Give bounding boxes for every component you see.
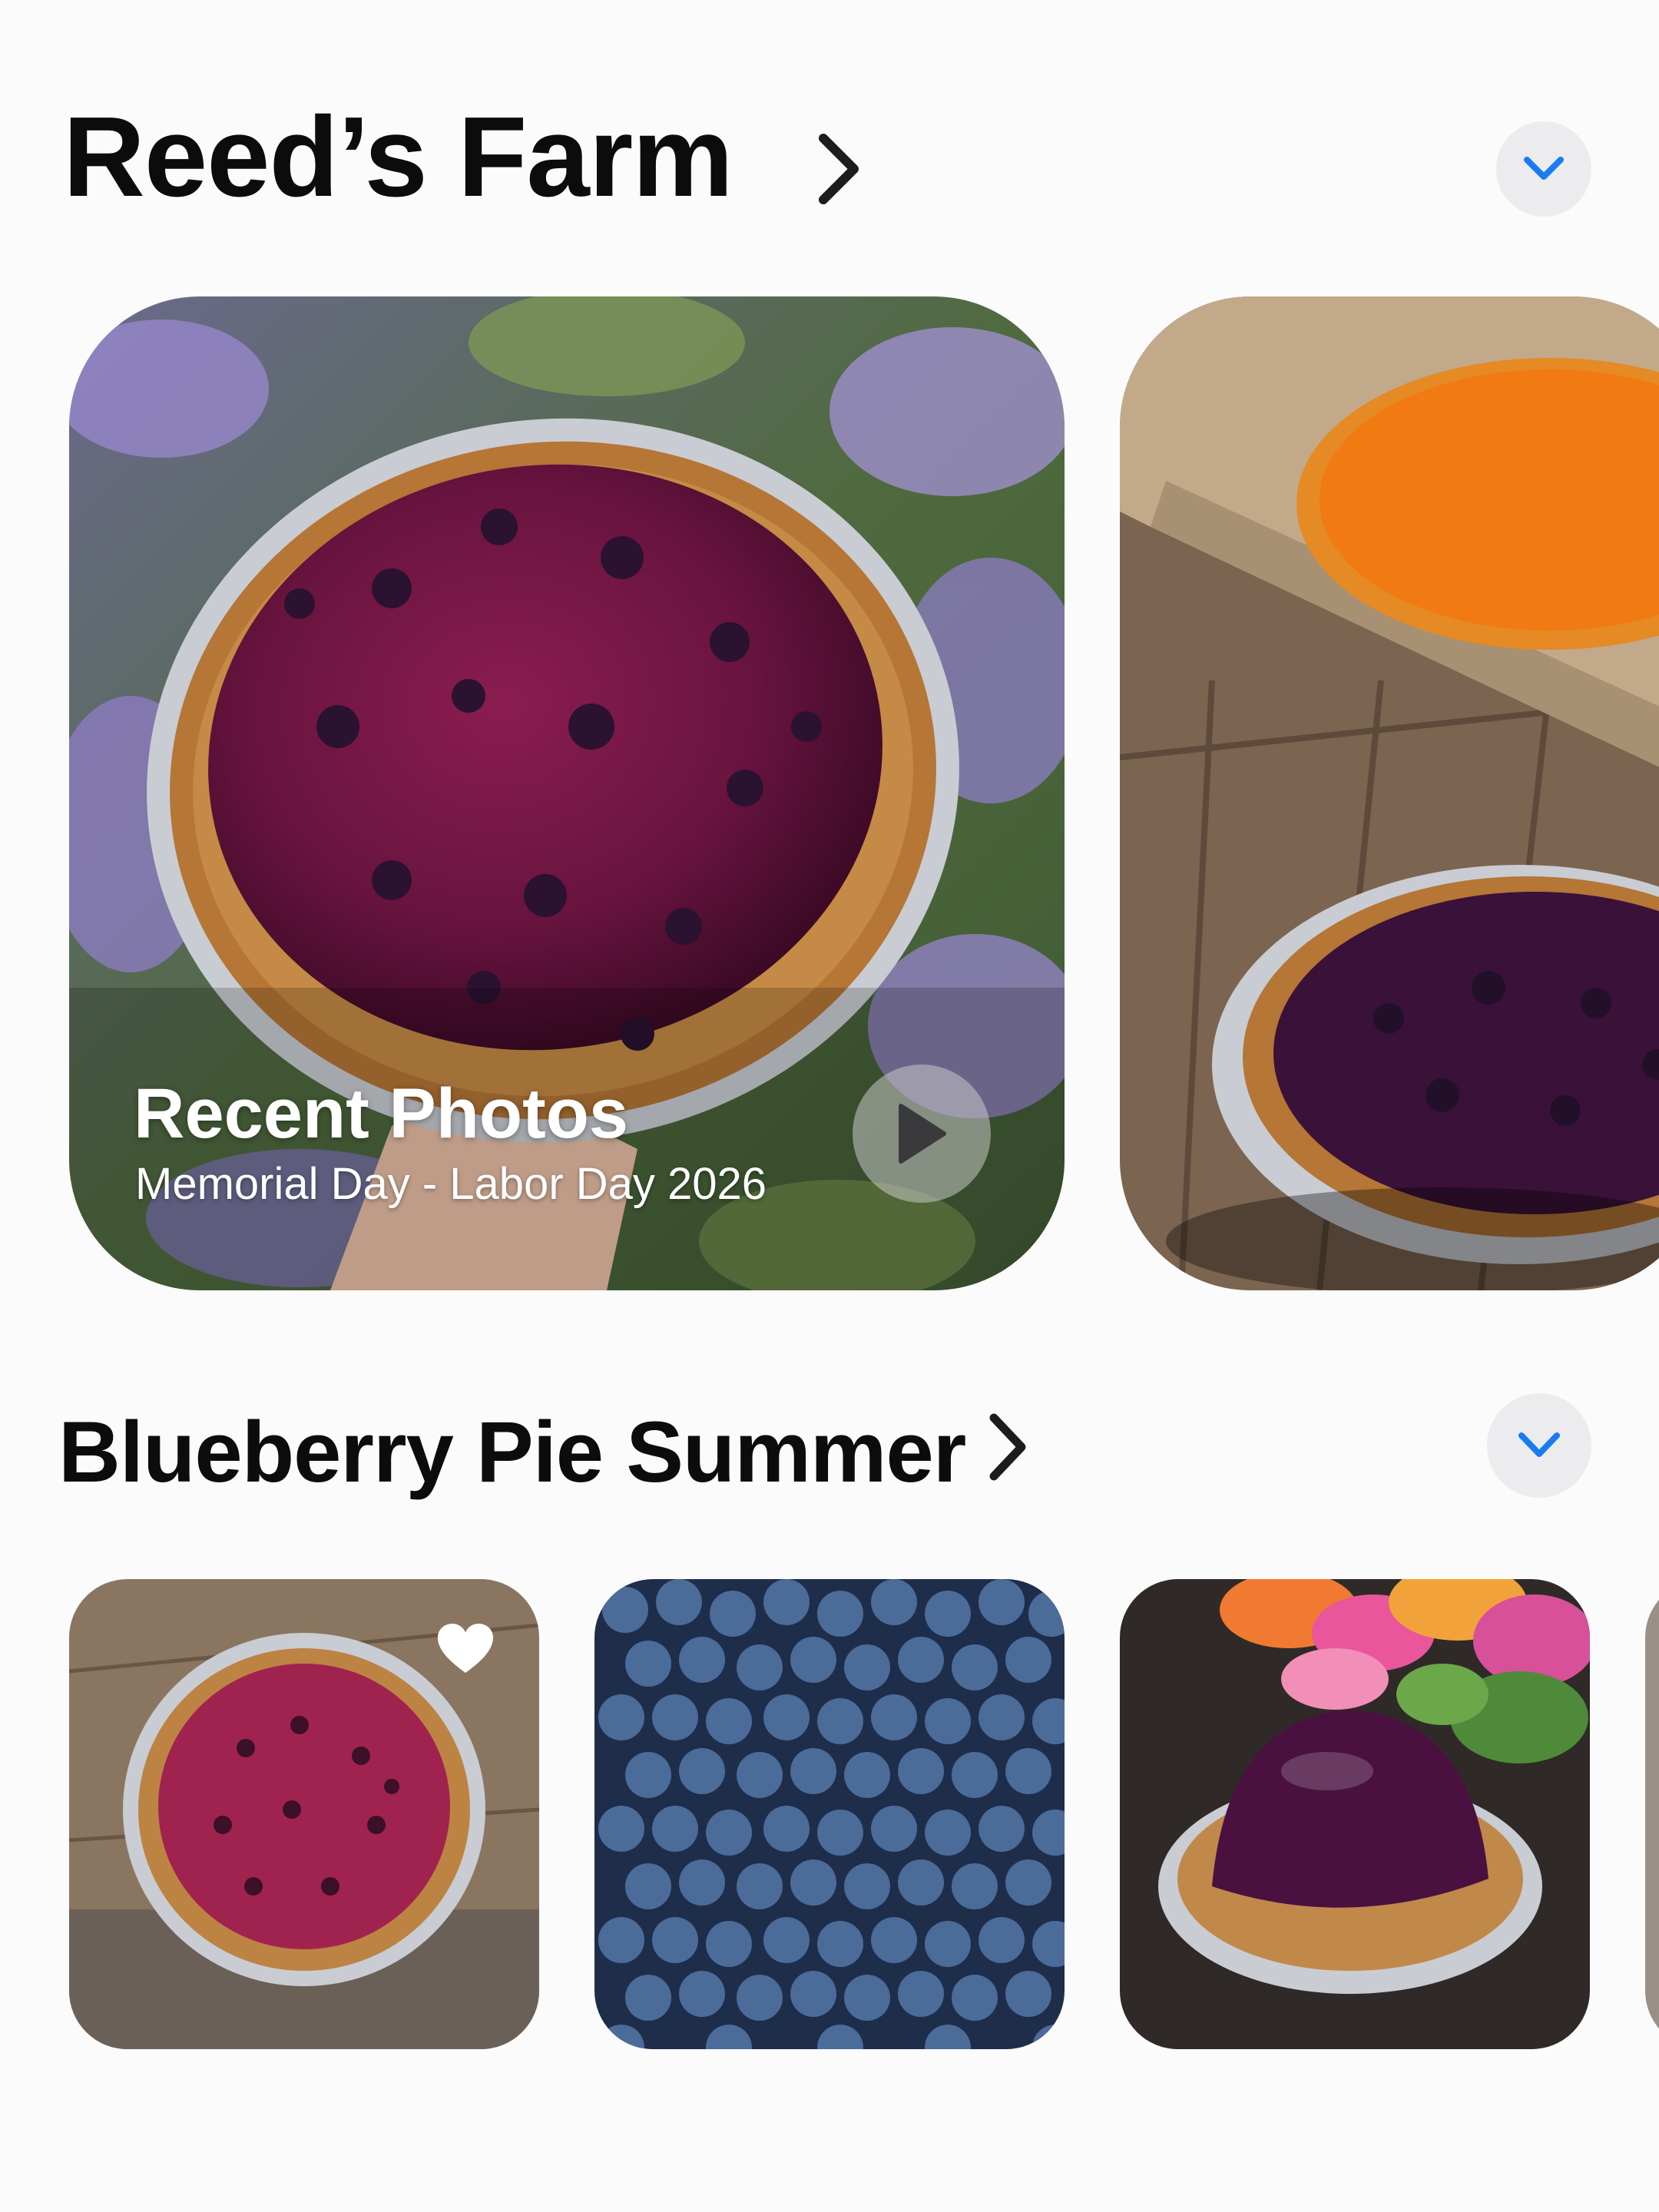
photo-thumbnail[interactable] [1645,1579,1659,2049]
expand-button[interactable] [1487,1393,1591,1498]
chevron-right-icon[interactable] [814,131,863,207]
memories-page: Reed’s Farm Recent Photos Memorial Day -… [0,0,1659,2212]
blueberries-photo [594,1579,1065,2049]
section-header-blueberry-pie-summer: Blueberry Pie Summer [0,1367,1659,1551]
heart-icon[interactable] [436,1622,495,1676]
memory-date-range: Memorial Day - Labor Day 2026 [135,1159,767,1209]
chevron-down-icon [1524,157,1564,180]
play-icon [899,1104,946,1164]
section-title[interactable]: Reed’s Farm [63,92,733,223]
memory-card-2[interactable] [1120,296,1659,1290]
photo-thumbnail[interactable] [1120,1579,1590,2049]
section-title[interactable]: Blueberry Pie Summer [58,1402,966,1502]
memory-title: Recent Photos [134,1075,629,1153]
expand-button[interactable] [1496,121,1591,217]
section-header-reeds-farm: Reed’s Farm [0,0,1659,261]
pie-with-flowers-photo [1120,1579,1590,2049]
featured-memory-card[interactable]: Recent Photos Memorial Day - Labor Day 2… [69,296,1065,1290]
play-button[interactable] [853,1065,991,1203]
chevron-right-icon[interactable] [986,1410,1029,1484]
photo-thumbnail[interactable] [69,1579,539,2049]
photo-thumbnail[interactable] [594,1579,1065,2049]
partial-photo [1645,1579,1659,2049]
pie-table-photo [1120,296,1659,1290]
chevron-down-icon [1518,1432,1560,1457]
